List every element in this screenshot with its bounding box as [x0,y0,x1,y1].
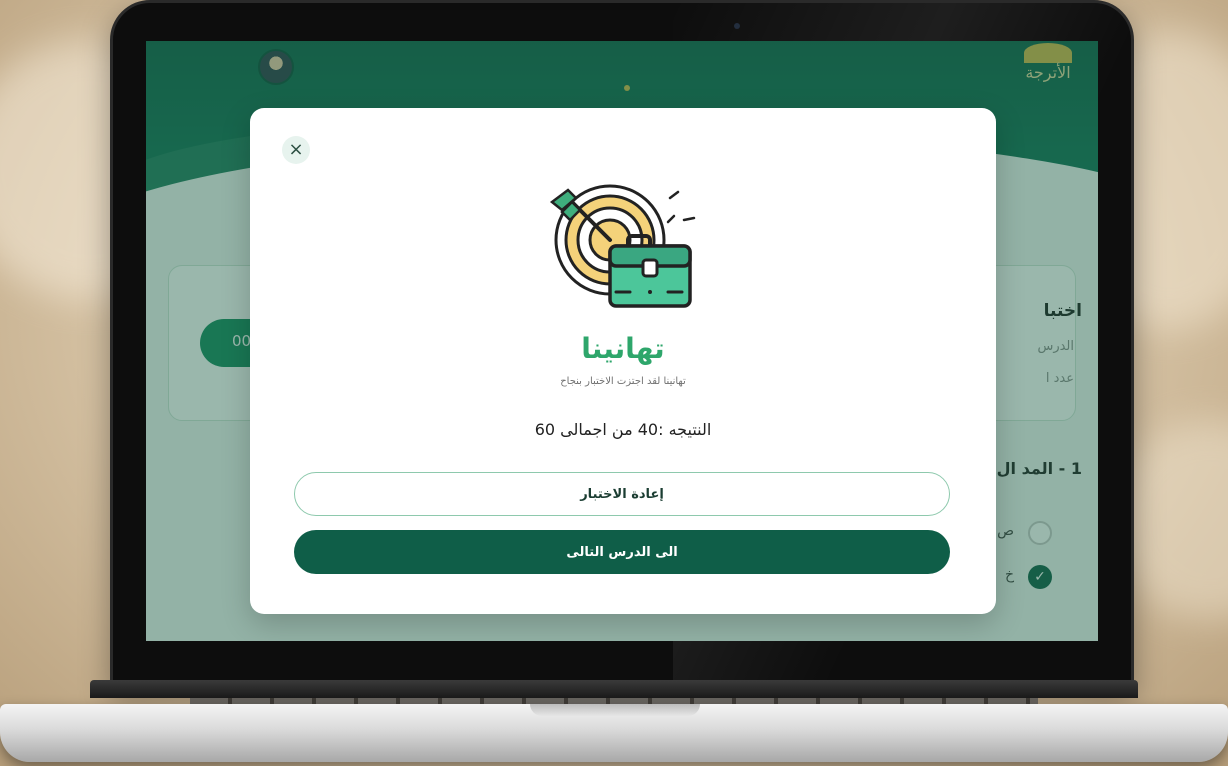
laptop-base [0,676,1228,766]
app-screen: الأترجة 00 اختبا الدرس عدد ا 1 - المد ال… [146,41,1098,641]
trackpad-notch [530,704,700,716]
retry-quiz-button[interactable]: إعادة الاختبار [294,472,950,516]
congrats-subtitle: تهانينا لقد اجتزت الاختبار بنجاح [560,376,686,387]
target-briefcase-icon [549,184,696,308]
next-lesson-button[interactable]: الى الدرس التالى [294,530,950,574]
score-text: النتيجه :40 من اجمالى 60 [534,420,712,439]
close-icon[interactable]: × [282,136,310,164]
result-modal: × تهانينا تهانينا لقد اجتزت الاختبار بنج… [250,108,996,614]
webcam [734,23,740,29]
congrats-title: تهانينا [581,332,665,365]
